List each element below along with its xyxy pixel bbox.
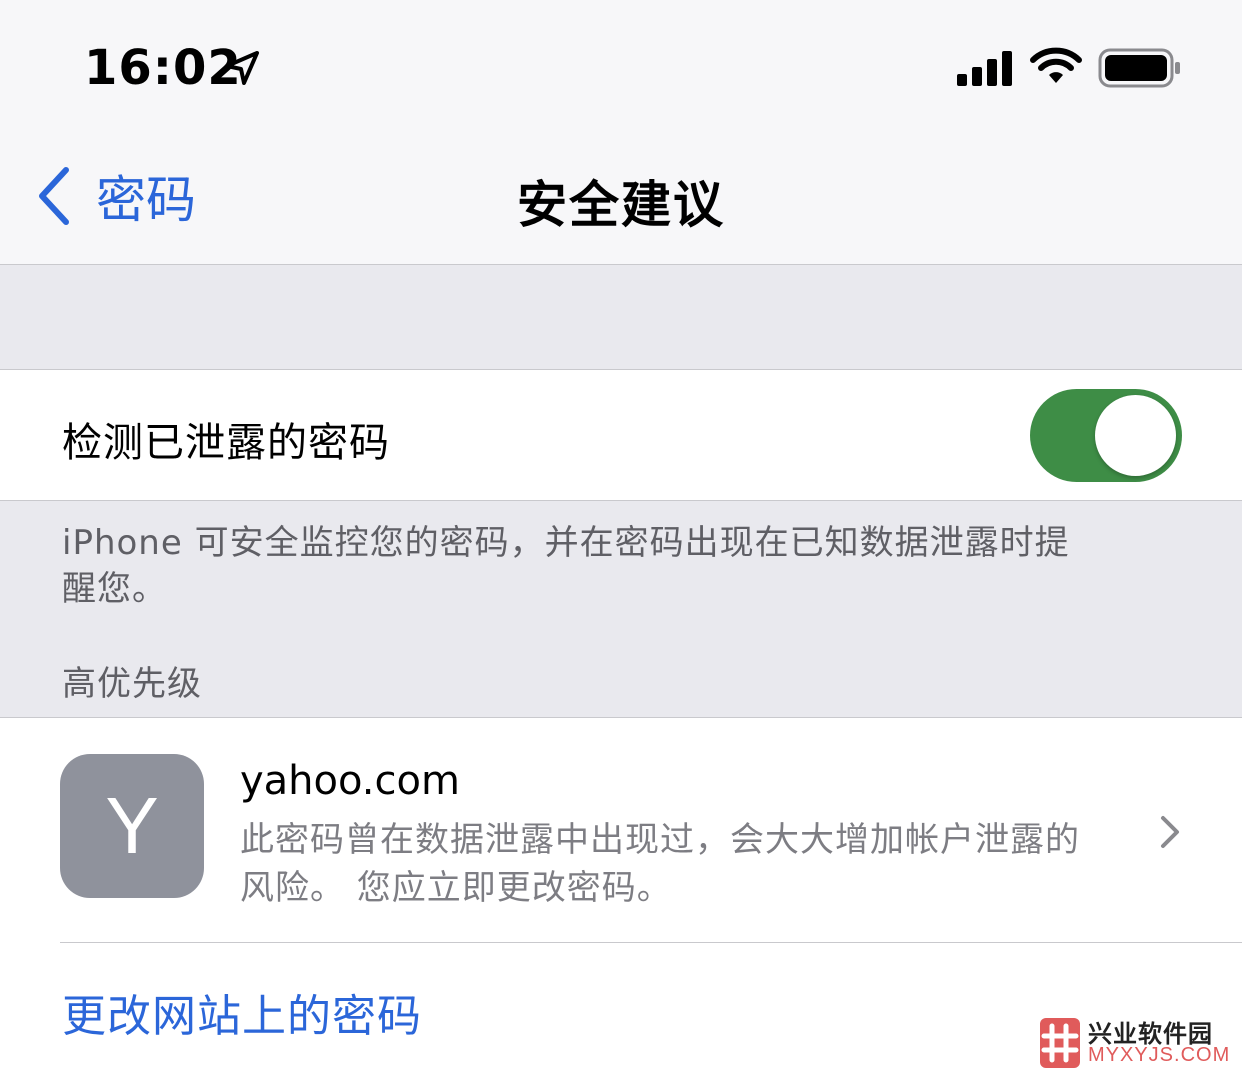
status-time: 16:02 [84, 40, 242, 96]
change-password-on-website-button[interactable]: 更改网站上的密码 [62, 980, 422, 1044]
divider [60, 942, 1242, 943]
cellular-signal-icon [957, 51, 1012, 86]
wifi-icon [1030, 47, 1082, 83]
watermark-domain: MYXYJS.COM [1088, 1044, 1231, 1066]
watermark-logo-icon [1040, 1018, 1080, 1068]
site-warning-text: 此密码曾在数据泄露中出现过，会大大增加帐户泄露的风险。 您应立即更改密码。 [240, 820, 1080, 908]
section-header-high-priority: 高优先级 [62, 664, 202, 704]
toggle-footer-note: iPhone 可安全监控您的密码，并在密码出现在已知数据泄露时提醒您。 [62, 523, 1070, 609]
detect-compromised-passwords-row: 检测已泄露的密码 [0, 369, 1242, 501]
toggle-knob [1095, 395, 1176, 476]
watermark: 兴业软件园 MYXYJS.COM [1026, 1010, 1242, 1076]
site-icon: Y [60, 754, 204, 898]
page-title: 安全建议 [517, 176, 725, 234]
security-recommendations-screen: 16:02 密码 安全建议 检测已泄露的密码 iPhone 可安全监控您的密码，… [0, 0, 1242, 1076]
battery-icon [1098, 48, 1180, 88]
site-name: yahoo.com [240, 758, 460, 804]
chevron-right-icon [1161, 816, 1179, 848]
header-area: 16:02 密码 安全建议 [0, 0, 1242, 265]
location-arrow-icon [225, 51, 259, 85]
detect-compromised-toggle[interactable] [1030, 389, 1182, 482]
site-icon-letter: Y [105, 781, 159, 870]
toggle-label: 检测已泄露的密码 [62, 420, 390, 466]
